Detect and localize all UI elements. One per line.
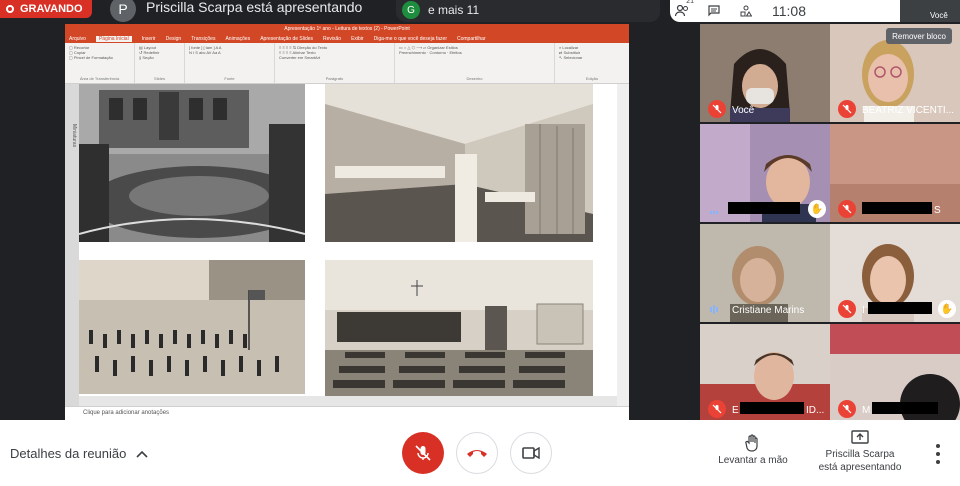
more-options-icon[interactable] [930, 442, 946, 466]
muted-mic-icon [838, 300, 856, 318]
redacted-name [868, 302, 932, 314]
camera-toggle-button[interactable] [510, 432, 552, 474]
people-icon[interactable]: 21 [670, 0, 694, 22]
ribbon-group-clipboard: ▢ Recortar ▢ Copiar ▢ Pincel de Formatação… [65, 43, 135, 83]
participant-tile-6[interactable]: E ID... [700, 324, 830, 422]
participant-tile-0[interactable]: Você [700, 24, 830, 122]
presenter-text: Priscilla Scarpa está apresentando [146, 0, 363, 15]
chat-icon[interactable] [702, 0, 726, 22]
participant-name: M [862, 405, 871, 416]
ppt-tab[interactable]: Inserir [142, 36, 156, 42]
participant-tile-7[interactable]: M [830, 324, 960, 422]
present-label-line1: Priscilla Scarpa [825, 449, 895, 460]
meet-window: GRAVANDO P Priscilla Scarpa está apresen… [0, 0, 960, 486]
present-label-line2: está apresentando [818, 462, 902, 473]
ribbon-group-drawing: ▭ ○ △ ⬡ ⟶ ▱ Organizar Estilos Preenchimen… [395, 43, 555, 83]
redacted-name [740, 402, 804, 414]
participant-tile-2[interactable]: ✋ [700, 124, 830, 222]
redacted-name [872, 402, 938, 414]
presenter-avatar: P [110, 0, 136, 22]
audio-level-icon [710, 211, 718, 214]
top-right-panel: 21 11:08 Você [670, 0, 960, 22]
participant-name: Cristiane Marins [732, 305, 805, 316]
ppt-window-title: Apresentação 1º ano - Leitura de textos … [65, 24, 629, 34]
raise-hand-button[interactable]: Levantar a mão [712, 434, 794, 466]
participants-count: 21 [686, 0, 694, 5]
bottom-control-bar: Detalhes da reunião Levantar a mão Prisc… [0, 420, 960, 486]
ppt-tab[interactable]: Revisão [323, 36, 341, 42]
muted-mic-icon [838, 400, 856, 418]
end-call-icon [467, 450, 487, 457]
recording-label: GRAVANDO [20, 3, 83, 15]
muted-mic-icon [838, 100, 856, 118]
redacted-name [862, 202, 932, 214]
notes-pane[interactable]: Clique para adicionar anotações [65, 406, 629, 420]
ppt-tab[interactable]: Apresentação de Slides [260, 36, 313, 42]
slide-scrollbar[interactable] [617, 84, 629, 406]
ribbon-group-slides: ▤ Layout ↺ Redefinir § Seção Slides [135, 43, 185, 83]
recording-icon [6, 5, 14, 13]
others-text: e mais 11 [428, 3, 480, 17]
participant-name: Você [732, 105, 755, 116]
ppt-tab[interactable]: Exibir [351, 36, 364, 42]
slide-photo-parade[interactable] [79, 260, 305, 394]
slide-photo-building[interactable] [79, 84, 305, 242]
redacted-name [728, 202, 800, 214]
participant-name: BEATRIZ VICENTI... [862, 105, 955, 116]
ppt-tab[interactable]: Transições [191, 36, 215, 42]
activities-icon[interactable] [734, 0, 758, 22]
muted-mic-icon [708, 100, 726, 118]
self-mini-label: Você [930, 11, 948, 20]
clock-time: 11:08 [772, 3, 806, 19]
raise-hand-label: Levantar a mão [718, 455, 788, 466]
slide-photo-classroom[interactable] [325, 260, 593, 396]
chevron-up-icon [136, 450, 148, 458]
ppt-tab[interactable]: Animações [225, 36, 250, 42]
slide-photo-washroom[interactable] [325, 84, 593, 242]
ribbon-group-editing: ⌕ Localizar ⇄ Substituir ↖ Selecionar Ediç… [559, 45, 599, 81]
ppt-tab[interactable]: Compartilhar [457, 36, 486, 42]
presenting-button[interactable]: Priscilla Scarpa está apresentando [810, 430, 910, 474]
ppt-tab[interactable]: Design [166, 36, 182, 42]
remove-tile-tooltip: Remover bloco [886, 28, 952, 44]
ppt-tab[interactable]: Diga-me o que você deseja fazer [374, 36, 447, 42]
ppt-ribbon: ▢ Recortar ▢ Copiar ▢ Pincel de Formatação… [65, 43, 629, 84]
current-slide[interactable] [79, 84, 617, 396]
speaking-indicator-icon [710, 305, 718, 314]
ppt-tab-bar: Arquivo Página Inicial Inserir Design Transi… [65, 34, 629, 43]
muted-mic-icon [708, 400, 726, 418]
recording-badge[interactable]: GRAVANDO [0, 0, 92, 18]
leave-call-button[interactable] [456, 432, 498, 474]
meeting-details-button[interactable]: Detalhes da reunião [10, 446, 148, 461]
ribbon-group-font: [ fonte ] [ tam ] A AN I S abc AV Aa A F… [185, 43, 275, 83]
hand-icon [745, 434, 758, 452]
shared-screen: Apresentação 1º ano - Leitura de textos … [65, 24, 629, 420]
raised-hand-icon: ✋ [808, 200, 826, 218]
thumbnail-label: Miniaturas [71, 124, 77, 148]
ribbon-group-paragraph: ≡ ≡ ≡ ≡ ⇅ Direção do Texto ≡ ≡ ≡ ≡ Alinha… [275, 43, 395, 83]
camera-icon [522, 447, 540, 459]
ppt-tab[interactable]: Arquivo [69, 36, 86, 42]
participant-name: E [732, 405, 739, 416]
muted-mic-icon [838, 200, 856, 218]
participant-tile-5[interactable]: I ✋ [830, 224, 960, 322]
participant-name-suffix: ID... [806, 405, 825, 416]
self-mini-tile[interactable]: Você [900, 0, 960, 22]
ppt-tab[interactable]: Página Inicial [95, 35, 132, 42]
raised-hand-icon: ✋ [938, 300, 956, 318]
participant-tile-4[interactable]: Cristiane Marins [700, 224, 830, 322]
mic-toggle-button[interactable] [402, 432, 444, 474]
mic-off-icon [415, 445, 431, 461]
thumbnail-pane[interactable]: Miniaturas [65, 84, 79, 406]
meeting-details-label: Detalhes da reunião [10, 446, 127, 461]
present-screen-icon [851, 430, 869, 444]
participant-name: I [862, 305, 865, 316]
others-avatar: G [402, 1, 420, 19]
participant-name: S [934, 205, 941, 216]
participant-tile-3[interactable]: S [830, 124, 960, 222]
ppt-editor: Miniaturas [65, 84, 629, 406]
